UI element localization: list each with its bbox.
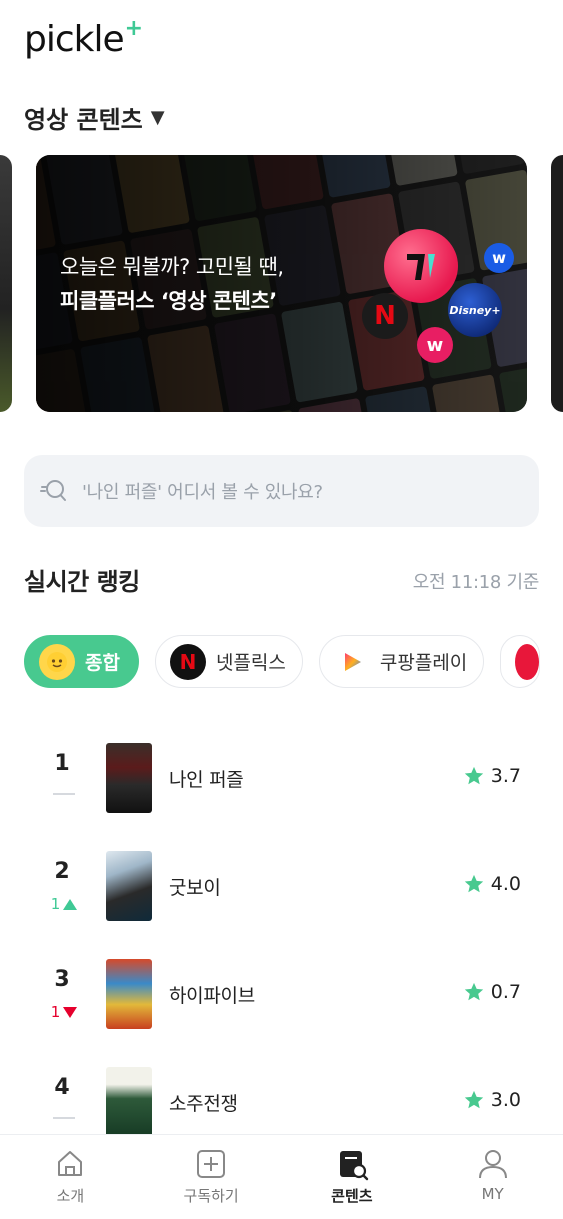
rank-change-value: 1 xyxy=(50,1003,61,1021)
content-rating: 3.7 xyxy=(463,765,521,787)
arrow-up-icon xyxy=(63,898,78,910)
ranking-row[interactable]: 1 나인 퍼즐 3.7 xyxy=(0,743,563,833)
wavve-icon: w xyxy=(484,243,514,273)
search-placeholder: '나인 퍼즐' 어디서 볼 수 있나요? xyxy=(82,482,323,503)
filter-chip-label: 종합 xyxy=(85,652,120,674)
nav-label: 구독하기 xyxy=(183,1187,239,1205)
rating-value: 3.7 xyxy=(490,765,521,787)
carousel-next-card[interactable] xyxy=(551,155,563,412)
rank-number: 3 xyxy=(54,967,70,992)
pickle-logo-icon xyxy=(384,229,458,303)
carousel-prev-card[interactable] xyxy=(0,155,12,412)
nav-item-content[interactable]: 콘텐츠 xyxy=(282,1135,423,1219)
nav-label: 콘텐츠 xyxy=(331,1187,373,1205)
banner-subheadline: 피클플러스 ‘영상 콘텐츠’ xyxy=(60,289,277,313)
rating-value: 4.0 xyxy=(490,873,521,895)
ranking-row[interactable]: 3 1 하이파이브 0.7 xyxy=(0,959,563,1049)
rank-change-none xyxy=(44,793,84,795)
filter-chip-next[interactable] xyxy=(500,635,541,688)
bottom-nav: 소개 구독하기 콘텐츠 MY xyxy=(0,1134,563,1219)
plus-square-icon xyxy=(197,1150,226,1178)
rank-number: 4 xyxy=(54,1075,70,1100)
search-icon xyxy=(40,480,66,501)
filter-chip-all[interactable]: 종합 xyxy=(24,635,139,688)
nav-label: 소개 xyxy=(56,1187,85,1205)
ranking-title: 실시간 랭킹 xyxy=(24,568,140,596)
promo-banner[interactable]: 오늘은 뭐볼까? 고민될 땐, 피클플러스 ‘영상 콘텐츠’ N Disney+… xyxy=(36,155,527,412)
rating-value: 0.7 xyxy=(490,981,521,1003)
all-icon xyxy=(39,643,75,680)
poster-thumbnail xyxy=(106,1067,152,1137)
ranking-timestamp: 오전 11:18 기준 xyxy=(412,572,540,593)
nav-item-intro[interactable]: 소개 xyxy=(0,1135,141,1219)
netflix-icon: N xyxy=(362,293,408,339)
star-icon xyxy=(464,982,483,1001)
ranking-filter-chips: 종합 N 넷플릭스 쿠팡플레이 xyxy=(24,635,541,688)
content-title: 나인 퍼즐 xyxy=(169,769,244,791)
home-icon xyxy=(58,1151,83,1176)
star-icon xyxy=(464,1090,483,1109)
content-title: 소주전쟁 xyxy=(169,1093,238,1115)
poster-thumbnail xyxy=(106,851,152,921)
person-icon xyxy=(478,1150,507,1179)
poster-thumbnail xyxy=(106,743,152,813)
rating-value: 3.0 xyxy=(490,1089,521,1111)
filter-chip-coupang-play[interactable]: 쿠팡플레이 xyxy=(318,635,485,688)
star-icon xyxy=(464,766,483,785)
caret-down-icon: ▼ xyxy=(150,107,165,128)
logo-text: pickle xyxy=(24,19,125,60)
coupang-play-icon xyxy=(333,643,370,680)
filter-chip-label: 쿠팡플레이 xyxy=(379,652,468,674)
content-title: 굿보이 xyxy=(169,877,221,899)
rank-change-down: 1 xyxy=(44,1003,84,1021)
content-rating: 4.0 xyxy=(463,873,521,895)
rank-number: 2 xyxy=(54,859,70,884)
poster-thumbnail xyxy=(106,959,152,1029)
disney-plus-icon: Disney+ xyxy=(448,283,502,337)
watcha-icon: w xyxy=(417,327,453,363)
rank-change-up: 1 xyxy=(44,895,84,913)
nav-item-my[interactable]: MY xyxy=(422,1135,563,1219)
app-logo[interactable]: pickle + xyxy=(24,18,143,62)
nav-label: MY xyxy=(481,1185,504,1203)
filter-chip-label: 넷플릭스 xyxy=(215,652,286,674)
section-selector[interactable]: 영상 콘텐츠 ▼ xyxy=(24,100,165,135)
filter-chip-netflix[interactable]: N 넷플릭스 xyxy=(154,635,303,688)
content-rating: 3.0 xyxy=(463,1089,521,1111)
nav-item-subscribe[interactable]: 구독하기 xyxy=(141,1135,282,1219)
content-search-icon xyxy=(339,1151,369,1181)
logo-plus-mark: + xyxy=(124,16,144,41)
arrow-down-icon xyxy=(63,1006,78,1018)
rank-number: 1 xyxy=(54,751,70,776)
content-rating: 0.7 xyxy=(463,981,521,1003)
rank-change-value: 1 xyxy=(50,895,61,913)
banner-headline: 오늘은 뭐볼까? 고민될 땐, xyxy=(60,255,284,279)
tving-icon xyxy=(515,643,540,680)
content-title: 하이파이브 xyxy=(169,985,255,1007)
rank-change-none xyxy=(44,1117,84,1119)
netflix-icon: N xyxy=(169,643,206,680)
ranking-row[interactable]: 2 1 굿보이 4.0 xyxy=(0,851,563,941)
section-title: 영상 콘텐츠 xyxy=(24,106,143,134)
star-icon xyxy=(464,874,483,893)
search-bar[interactable]: '나인 퍼즐' 어디서 볼 수 있나요? xyxy=(24,455,539,527)
